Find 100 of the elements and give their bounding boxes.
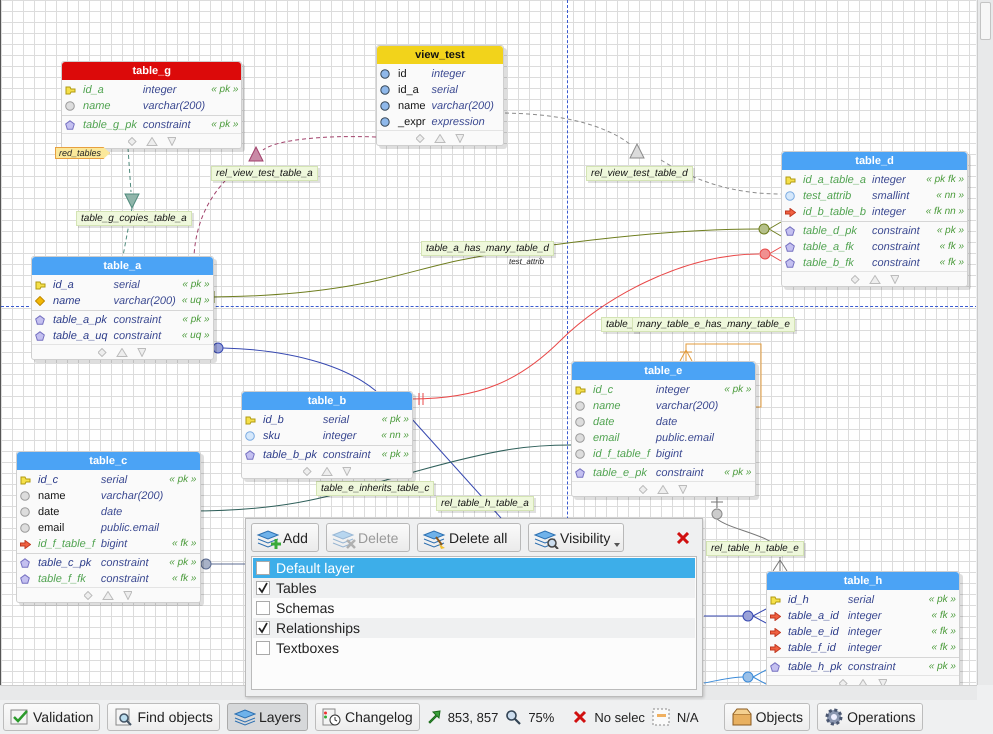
relationship-label: many_table_e_has_many_table_e: [632, 317, 795, 332]
constraint-name: table_c_pk: [38, 556, 92, 571]
column-name: name: [38, 489, 67, 504]
cursor-arrow-icon: [426, 710, 441, 724]
layer-item[interactable]: Textboxes: [253, 638, 695, 658]
checkbox[interactable]: [256, 581, 270, 595]
column-type: serial: [432, 83, 459, 98]
table-node[interactable]: table_d id_a_table_a integer « pk fk » test_attrib smallint « nn » id_b_table_b integer « fk nn » table_d_pk constraint « pk » table_a_fk constraint « fk » table_b_fk constraint « fk »: [781, 151, 968, 287]
arrow-icon: [770, 628, 781, 636]
delete-all-button[interactable]: Delete all: [417, 523, 521, 552]
add-button[interactable]: Add: [251, 523, 319, 552]
close-button[interactable]: [677, 532, 689, 544]
constraint-type: constraint: [142, 118, 192, 133]
layer-name: Tables: [276, 580, 316, 596]
checkbox[interactable]: [256, 621, 270, 635]
constraint-type: constraint: [100, 556, 150, 571]
collapse-controls-icon[interactable]: [98, 348, 146, 356]
constraint-name: table_a_pk: [53, 313, 108, 328]
constraint-label: « fk »: [171, 572, 196, 586]
layer-item[interactable]: Schemas: [253, 598, 695, 618]
collapse-controls-icon[interactable]: [84, 590, 132, 600]
layers-button[interactable]: Layers: [226, 703, 308, 731]
constraint-name: table_b_pk: [263, 448, 317, 463]
validation-button[interactable]: Validation: [3, 703, 100, 731]
column-type: date: [100, 505, 124, 520]
column-type: integer: [848, 641, 883, 656]
constraint-label: « pk »: [182, 313, 210, 327]
zoom-level: 75%: [528, 710, 554, 724]
column-name: id_f_table_f: [38, 537, 95, 552]
constraint-name: table_a_fk: [803, 240, 855, 255]
vertical-scrollbar[interactable]: [977, 0, 993, 685]
diamond-icon: [35, 296, 45, 306]
objects-button[interactable]: Objects: [724, 703, 810, 731]
table-node[interactable]: view_test id integer id_a serial name varchar(200) _expr expression: [376, 45, 504, 146]
column-name: _expr: [398, 115, 426, 130]
checkbox[interactable]: [256, 641, 270, 655]
circle-icon: [20, 491, 30, 501]
find-button[interactable]: Find objects: [107, 703, 220, 731]
circle-icon: [20, 507, 30, 517]
constraint-label: « uq »: [182, 329, 210, 343]
layer-item[interactable]: Relationships: [253, 618, 695, 638]
dashed-box-icon: [652, 708, 670, 726]
table-title: table_h: [767, 572, 959, 590]
table-node[interactable]: table_c id_c serial « pk » name varchar(200) date date email public.email id_f_table_f bigint « fk » table_c_pk constraint « pk » table_f_fk constraint « fk »: [16, 451, 200, 603]
constraint-label: « pk »: [211, 83, 238, 97]
relationship-label: rel_view_test_table_d: [586, 166, 693, 181]
column-name: id_h: [788, 593, 810, 608]
constraint-label: « nn »: [381, 429, 409, 443]
key-icon: [245, 416, 256, 424]
column-name: table_e_id: [788, 625, 840, 640]
collapse-controls-icon[interactable]: [639, 484, 688, 494]
collapse-controls-icon[interactable]: [303, 466, 351, 476]
visibility-button[interactable]: Visibility: [528, 523, 624, 552]
pentagon-icon: [575, 468, 585, 478]
clock-document-icon: [322, 708, 342, 726]
selection-status: No selec: [594, 710, 645, 724]
table-node[interactable]: table_g id_a integer « pk » name varchar(200) table_g_pk constraint « pk »: [61, 61, 242, 149]
collapse-controls-icon[interactable]: [839, 678, 887, 685]
column-type: varchar(200): [100, 489, 164, 504]
table-node[interactable]: table_a id_a serial « pk » name varchar(200) « uq » table_a_pk constraint « pk » table_a_uq constraint « uq »: [31, 256, 214, 360]
column-type: serial: [322, 413, 350, 428]
constraint-type: constraint: [113, 329, 162, 344]
object-info: N/A: [676, 710, 699, 724]
column-type: expression: [432, 115, 486, 130]
table-node[interactable]: table_h id_h serial « pk » table_a_id integer « fk » table_e_id integer « fk » table_f_id integer « fk » table_h_pk constraint « pk »: [766, 571, 960, 685]
collapse-controls-icon[interactable]: [416, 134, 464, 142]
column-name: id_a_table_a: [803, 173, 866, 188]
column-type: integer: [872, 173, 907, 188]
operations-button[interactable]: Operations: [817, 703, 923, 731]
changelog-button[interactable]: Changelog: [314, 703, 420, 731]
collapse-controls-icon[interactable]: [128, 136, 176, 146]
circle-icon: [785, 191, 795, 201]
column-name: id_a: [83, 83, 105, 98]
circle-icon: [575, 401, 585, 411]
tag-label: red_tables: [55, 147, 110, 159]
cross-icon: [573, 710, 588, 724]
collapse-controls-icon[interactable]: [850, 274, 899, 284]
relationship-label: rel_table_h_table_e: [706, 541, 804, 556]
checkbox[interactable]: [256, 561, 270, 575]
constraint-label: « fk »: [930, 641, 956, 655]
circle-icon: [575, 417, 585, 427]
table-node[interactable]: table_b id_b serial « pk » sku integer « nn » table_b_pk constraint « pk »: [241, 391, 413, 479]
circle-icon: [575, 433, 585, 443]
table-title: table_g: [62, 62, 242, 80]
table-node[interactable]: table_e id_c integer « pk » name varchar(200) date date email public.email id_f_table_f bigint table_e_pk constraint « pk »: [571, 361, 756, 497]
relationship-label: table_a_has_many_table_d: [421, 241, 554, 256]
column-type: integer: [432, 67, 466, 82]
attribute-label: test_attrib: [509, 257, 544, 266]
circle-icon: [575, 449, 585, 459]
table-title: table_b: [242, 392, 412, 410]
box-icon: [730, 708, 753, 726]
column-name: table_a_id: [788, 609, 840, 624]
checkbox[interactable]: [256, 601, 270, 615]
layer-item[interactable]: Tables: [253, 578, 695, 598]
column-type: bigint: [656, 447, 684, 462]
constraint-label: « fk »: [930, 625, 956, 639]
column-type: varchar(200): [656, 399, 718, 414]
constraint-label: « pk »: [381, 413, 409, 427]
magnifier-icon: [505, 709, 522, 725]
key-icon: [35, 280, 46, 290]
